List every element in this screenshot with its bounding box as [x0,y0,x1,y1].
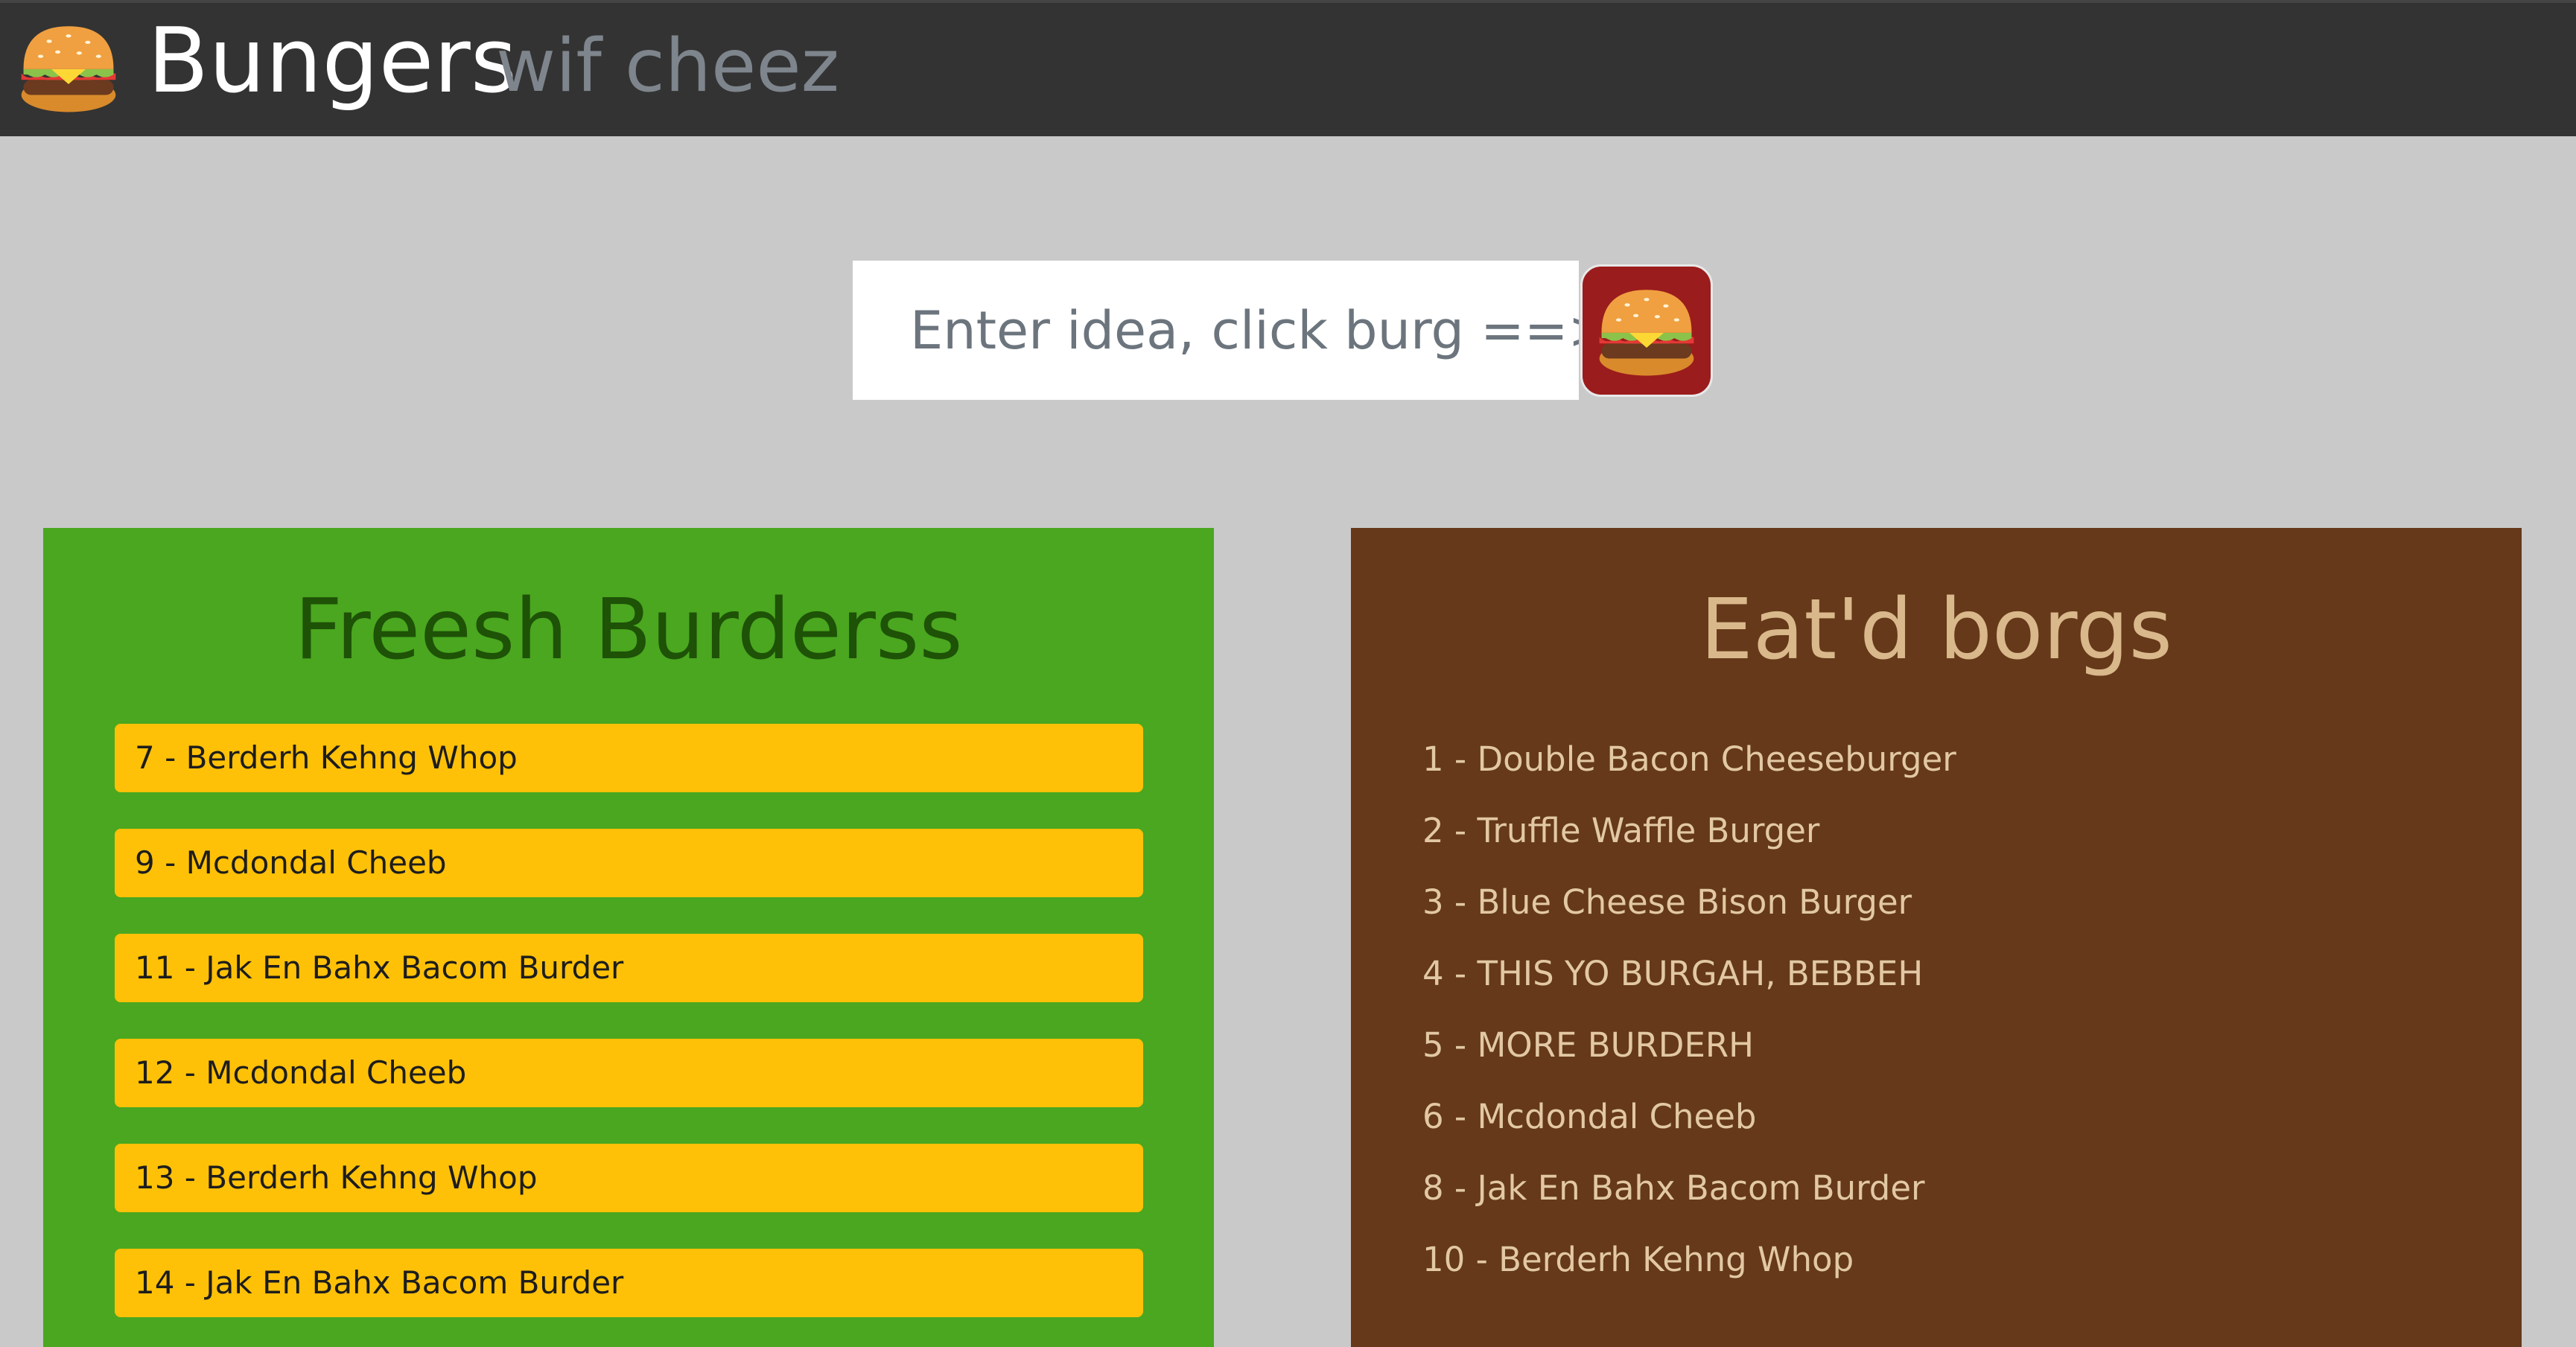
eaten-burger-item: 4 - THIS YO BURGAH, BEBBEH [1422,954,1924,993]
eaten-burger-item: 1 - Double Bacon Cheeseburger [1422,739,1956,779]
eaten-burgers-panel: Eat'd borgs 1 - Double Bacon Cheeseburge… [1351,528,2522,1347]
fresh-burgers-panel: Freesh Burderss 7 - Berderh Kehng Whop 9… [43,528,1214,1347]
eaten-burger-item: 6 - Mcdondal Cheeb [1422,1097,1757,1136]
eaten-burger-item: 8 - Jak En Bahx Bacom Burder [1422,1168,1925,1208]
eaten-burger-item: 2 - Truffle Waffle Burger [1422,811,1820,850]
navbar: Bungers wif cheez [0,0,2576,136]
fresh-burger-item[interactable]: 13 - Berderh Kehng Whop [115,1144,1143,1212]
eaten-burger-item: 3 - Blue Cheese Bison Burger [1422,882,1912,922]
hamburger-icon[interactable] [15,13,122,121]
brand-title[interactable]: Bungers [147,6,517,118]
eaten-burger-item: 5 - MORE BURDERH [1422,1025,1754,1065]
fresh-burger-item[interactable]: 12 - Mcdondal Cheeb [115,1039,1143,1107]
fresh-burgers-title: Freesh Burderss [294,582,963,678]
burger-idea-input[interactable] [853,261,1579,400]
submit-burg-button[interactable] [1580,264,1713,397]
eaten-burger-item: 10 - Berderh Kehng Whop [1422,1240,1854,1279]
brand-subtitle: wif cheez [496,24,840,109]
fresh-burger-item[interactable]: 14 - Jak En Bahx Bacom Burder [115,1249,1143,1317]
fresh-burger-item[interactable]: 11 - Jak En Bahx Bacom Burder [115,934,1143,1002]
hamburger-icon [1593,277,1700,384]
fresh-burger-item[interactable]: 9 - Mcdondal Cheeb [115,829,1143,897]
fresh-burger-item[interactable]: 7 - Berderh Kehng Whop [115,724,1143,792]
eaten-burgers-title: Eat'd borgs [1700,582,2172,678]
